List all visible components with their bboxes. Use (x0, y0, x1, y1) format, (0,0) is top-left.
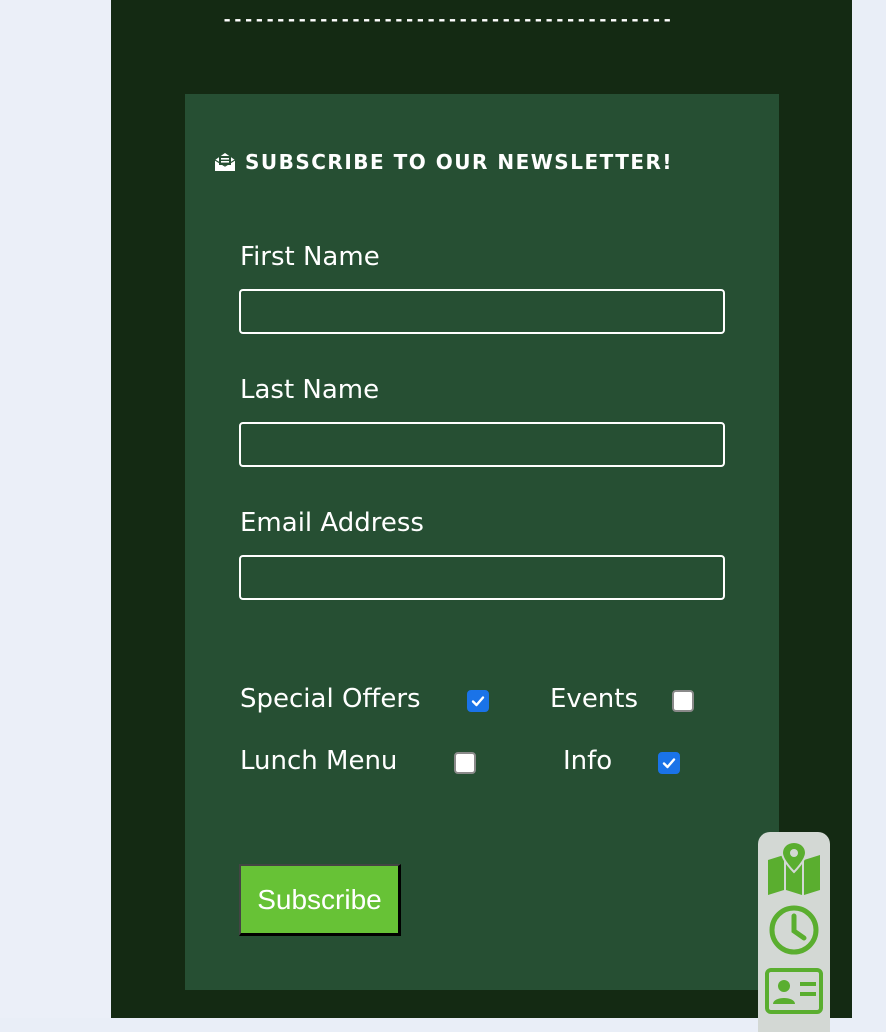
envelope-open-text-icon (213, 150, 237, 174)
checkmark-icon (471, 696, 485, 707)
side-dock (758, 832, 830, 1032)
map-location-icon[interactable] (764, 840, 824, 896)
newsletter-card (185, 94, 779, 990)
events-checkbox[interactable] (672, 690, 694, 712)
lunch-menu-checkbox[interactable] (454, 752, 476, 774)
last-name-input[interactable] (239, 422, 725, 467)
newsletter-heading: SUBSCRIBE TO OUR NEWSLETTER! (0, 150, 886, 174)
info-label: Info (563, 746, 613, 776)
email-input[interactable] (239, 555, 725, 600)
email-label: Email Address (240, 508, 424, 538)
clock-icon[interactable] (764, 902, 824, 958)
first-name-label: First Name (240, 242, 380, 272)
newsletter-heading-text: SUBSCRIBE TO OUR NEWSLETTER! (244, 150, 674, 174)
special-offers-checkbox[interactable] (467, 690, 489, 712)
subscribe-button[interactable]: Subscribe (239, 864, 401, 936)
events-label: Events (550, 684, 639, 714)
info-checkbox[interactable] (658, 752, 680, 774)
special-offers-label: Special Offers (240, 684, 421, 714)
lunch-menu-label: Lunch Menu (240, 746, 398, 776)
last-name-label: Last Name (240, 375, 380, 405)
checkmark-icon (662, 758, 676, 769)
first-name-input[interactable] (239, 289, 725, 334)
contact-card-icon[interactable] (764, 964, 824, 1020)
dashed-divider: ----------------------------------------… (222, 10, 673, 30)
